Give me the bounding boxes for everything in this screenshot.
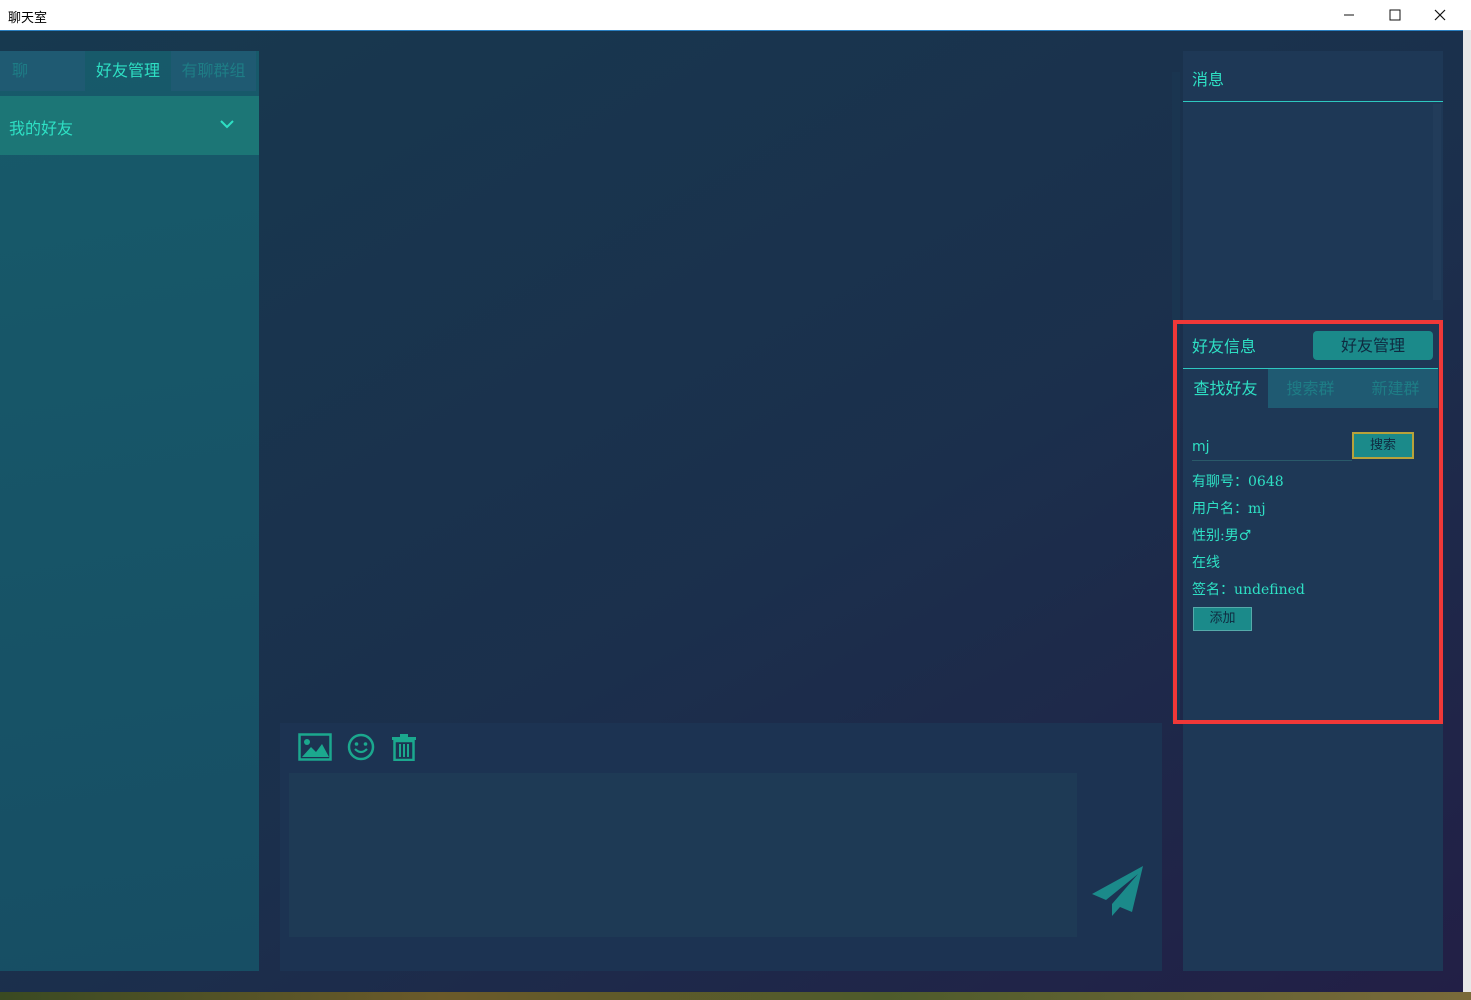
- send-icon[interactable]: [1090, 864, 1146, 918]
- result-status: 在线: [1192, 555, 1220, 571]
- search-button[interactable]: 搜索: [1352, 432, 1414, 459]
- messages-title: 消息: [1192, 70, 1225, 89]
- message-textarea[interactable]: [289, 773, 1077, 937]
- chevron-down-icon: [220, 120, 234, 129]
- my-friends-label: 我的好友: [9, 119, 74, 138]
- window-titlebar: 聊天室: [0, 0, 1471, 31]
- tab-groups[interactable]: 有聊群组: [171, 51, 256, 91]
- chat-scrollbar[interactable]: [1172, 72, 1180, 722]
- result-username: 用户名：mj: [1192, 501, 1266, 517]
- desktop-background: [1463, 30, 1471, 992]
- friend-search-input[interactable]: [1192, 433, 1352, 461]
- window-title: 聊天室: [8, 11, 48, 26]
- left-sidebar: [0, 51, 259, 971]
- result-gender: 性别:男♂: [1192, 528, 1252, 544]
- messages-scrollbar[interactable]: [1433, 104, 1441, 300]
- tab-find-friend[interactable]: 查找好友: [1183, 369, 1268, 408]
- close-button[interactable]: [1417, 0, 1463, 30]
- image-icon[interactable]: [298, 733, 332, 761]
- maximize-button[interactable]: [1372, 0, 1418, 30]
- right-tabs: 查找好友 搜索群 新建群: [1183, 369, 1438, 408]
- minimize-icon: [1344, 14, 1354, 16]
- maximize-icon: [1389, 9, 1401, 21]
- desktop-taskbar-edge: [0, 992, 1471, 1000]
- emoji-icon[interactable]: [347, 733, 375, 761]
- my-friends-group[interactable]: 我的好友: [0, 96, 259, 155]
- friend-info-title: 好友信息: [1192, 337, 1257, 356]
- trash-icon[interactable]: [391, 733, 417, 761]
- friend-manage-button[interactable]: 好友管理: [1313, 331, 1433, 360]
- messages-header: 消息: [1183, 51, 1443, 102]
- close-icon: [1434, 9, 1446, 21]
- add-friend-button[interactable]: 添加: [1193, 607, 1252, 631]
- result-signature: 签名：undefined: [1192, 582, 1305, 598]
- minimize-button[interactable]: [1326, 0, 1372, 30]
- tab-search-group[interactable]: 搜索群: [1268, 369, 1353, 408]
- result-chat-id: 有聊号：0648: [1192, 474, 1284, 490]
- tab-new-group[interactable]: 新建群: [1353, 369, 1438, 408]
- tab-chat[interactable]: 聊 天: [0, 51, 85, 120]
- left-tabs: 聊 天 好友管理 有聊群组: [0, 51, 259, 120]
- tab-friend-manage[interactable]: 好友管理: [85, 51, 171, 91]
